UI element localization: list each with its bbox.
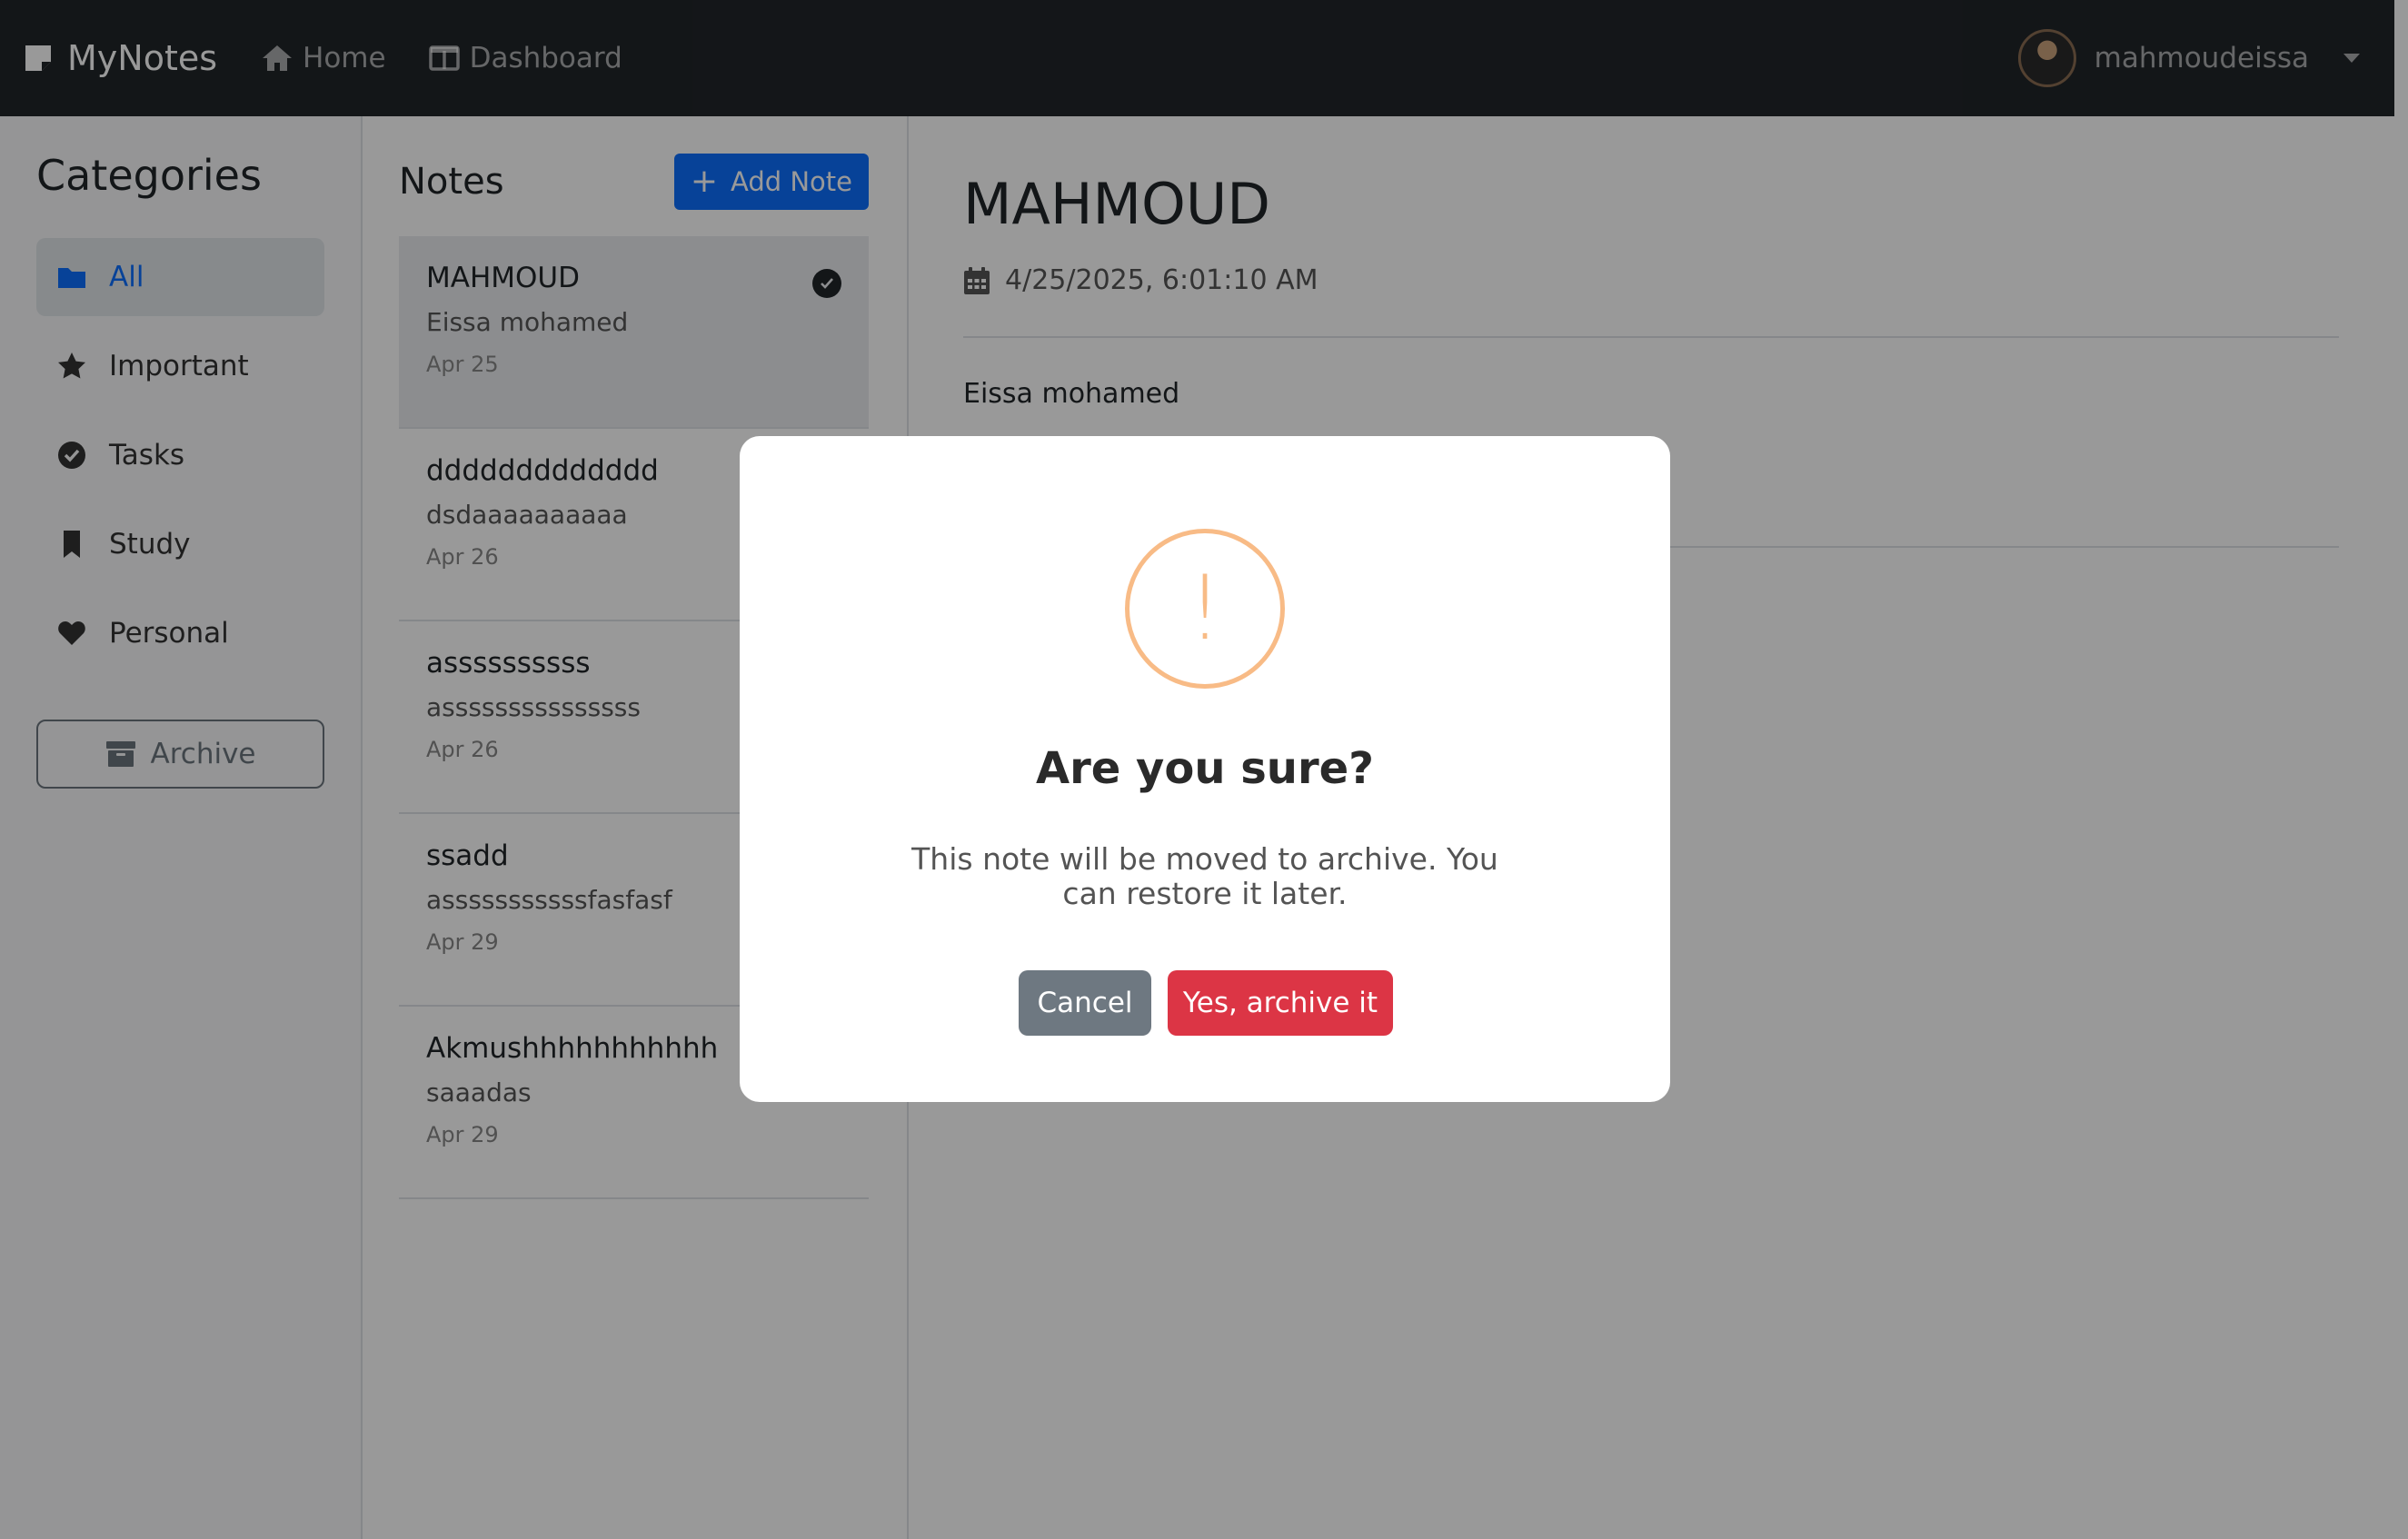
archive-confirm-dialog: ! Are you sure? This note will be moved … xyxy=(740,436,1670,1102)
dialog-title: Are you sure? xyxy=(1035,743,1375,794)
warning-icon: ! xyxy=(1125,529,1285,689)
cancel-button[interactable]: Cancel xyxy=(1019,970,1151,1036)
dialog-message: This note will be moved to archive. You … xyxy=(911,841,1498,911)
confirm-archive-button[interactable]: Yes, archive it xyxy=(1168,970,1393,1036)
dialog-actions: Cancel Yes, archive it xyxy=(740,970,1670,1036)
